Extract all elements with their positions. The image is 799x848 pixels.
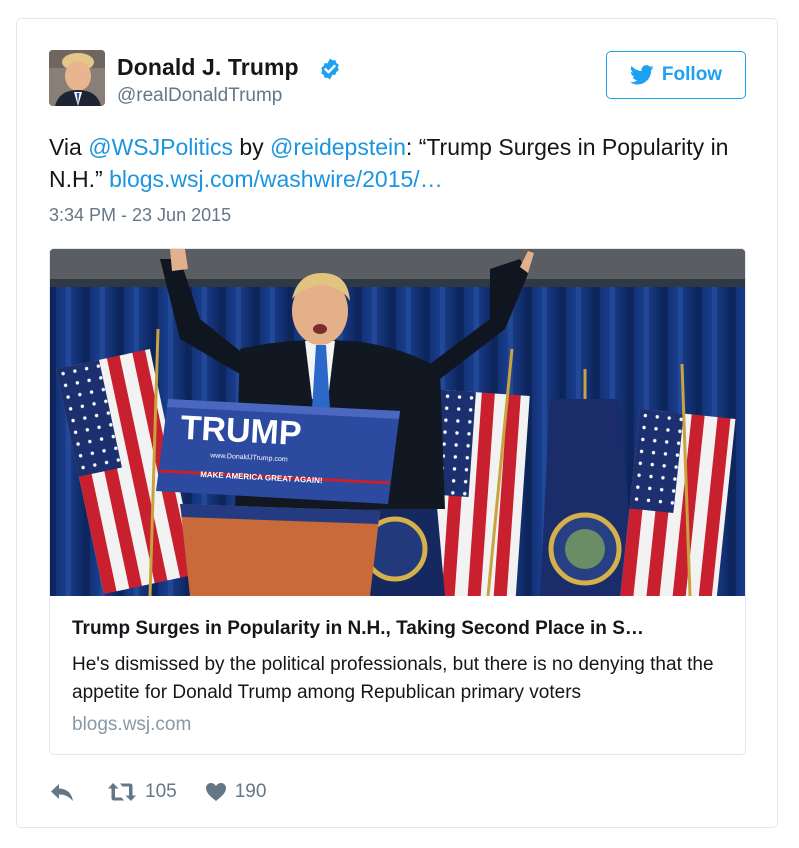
verified-icon [321,58,339,80]
tweet-text-by: by [232,134,271,160]
retweet-count: 105 [145,781,177,802]
reply-icon [51,784,73,801]
like-button[interactable]: 190 [205,781,267,803]
retweet-button[interactable]: 105 [107,781,177,803]
like-count: 190 [234,781,267,802]
retweet-icon [108,783,136,801]
tweet-text: Via @WSJPolitics by @reidepstein: “Trump… [49,131,769,195]
link-card[interactable]: TRUMP www.DonaldJTrump.com MAKE AMERICA … [49,248,746,755]
avatar[interactable] [49,50,105,106]
card-image[interactable]: TRUMP www.DonaldJTrump.com MAKE AMERICA … [50,249,745,596]
follow-button[interactable]: Follow [606,51,746,99]
mention-wsjpolitics[interactable]: @WSJPolitics [88,134,233,160]
tweet-link[interactable]: blogs.wsj.com/washwire/2015/… [109,166,443,192]
card-domain: blogs.wsj.com [72,714,192,735]
heart-icon [205,783,226,801]
reply-button[interactable] [49,781,75,803]
tweet-timestamp[interactable]: 3:34 PM - 23 Jun 2015 [49,205,231,226]
display-name[interactable]: Donald J. Trump [117,54,299,81]
card-title[interactable]: Trump Surges in Popularity in N.H., Taki… [72,618,732,640]
tweet-actions: 105 190 [49,777,266,807]
podium-text: TRUMP [180,409,303,453]
user-handle[interactable]: @realDonaldTrump [117,85,282,107]
twitter-bird-icon [629,65,654,85]
tweet-text-prefix: Via [49,134,89,160]
tweet-card: Donald J. Trump @realDonaldTrump Follow … [16,18,778,828]
card-description: He's dismissed by the political professi… [72,654,714,703]
follow-label: Follow [661,64,723,85]
mention-reidepstein[interactable]: @reidepstein [270,134,406,160]
